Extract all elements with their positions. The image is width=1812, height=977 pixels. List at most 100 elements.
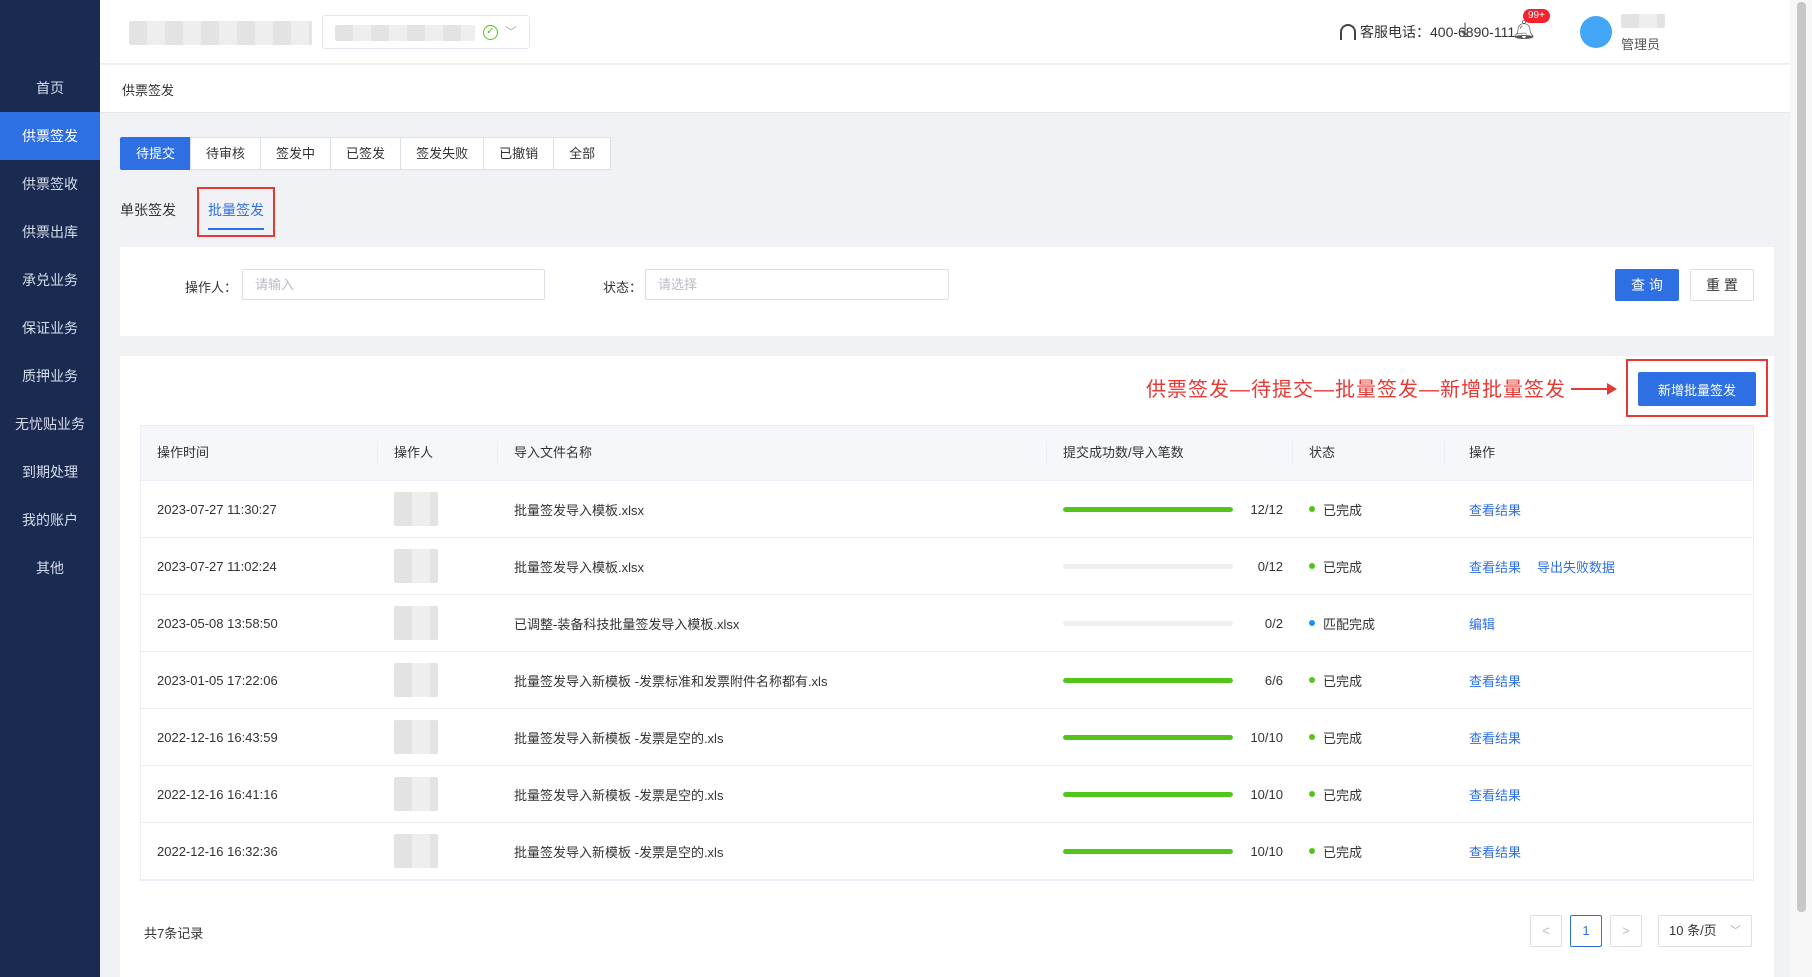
cell-file-name: 批量签发导入新模板 -发票是空的.xls bbox=[514, 730, 724, 746]
sidebar-item-ticket-receive[interactable]: 供票签收 bbox=[0, 160, 100, 208]
progress-bar: 10/10 bbox=[1063, 730, 1293, 745]
chevron-down-icon: ﹀ bbox=[1730, 925, 1741, 937]
sidebar-item-discount[interactable]: 无忧贴业务 bbox=[0, 400, 100, 448]
sidebar-item-maturity[interactable]: 到期处理 bbox=[0, 448, 100, 496]
cell-actions: 查看结果 bbox=[1445, 500, 1753, 519]
progress-bar: 10/10 bbox=[1063, 787, 1293, 802]
status-dot-icon bbox=[1309, 506, 1315, 512]
org-name-redacted bbox=[335, 25, 475, 41]
sidebar-item-my-account[interactable]: 我的账户 bbox=[0, 496, 100, 544]
status-badge: 已完成 bbox=[1309, 500, 1445, 519]
avatar[interactable] bbox=[1580, 16, 1612, 48]
org-selector[interactable]: ✓ ﹀ bbox=[322, 15, 530, 49]
status-dot-icon bbox=[1309, 620, 1315, 626]
add-batch-issue-button[interactable]: 新增批量签发 bbox=[1638, 372, 1756, 406]
operator-redacted bbox=[394, 492, 438, 526]
query-button[interactable]: 查 询 bbox=[1615, 269, 1679, 301]
table-body: 2023-07-27 11:30:27 批量签发导入模板.xlsx 12/12 … bbox=[141, 481, 1753, 880]
cell-actions: 查看结果 导出失败数据 bbox=[1445, 557, 1753, 576]
cell-status: 已完成 bbox=[1293, 842, 1445, 861]
operator-redacted bbox=[394, 663, 438, 697]
col-operation-time: 操作时间 bbox=[141, 441, 378, 465]
action-link[interactable]: 编辑 bbox=[1469, 617, 1495, 632]
status-text: 已完成 bbox=[1323, 844, 1363, 860]
next-page-button[interactable]: > bbox=[1610, 915, 1642, 947]
company-name-redacted bbox=[129, 21, 312, 45]
table-row: 2023-07-27 11:30:27 批量签发导入模板.xlsx 12/12 … bbox=[141, 481, 1753, 538]
tab-issuing[interactable]: 签发中 bbox=[260, 137, 332, 170]
cell-operator bbox=[378, 606, 498, 640]
tab-revoked[interactable]: 已撤销 bbox=[483, 137, 555, 170]
cell-actions: 查看结果 bbox=[1445, 671, 1753, 690]
page-number-1[interactable]: 1 bbox=[1570, 915, 1602, 947]
progress-bar: 10/10 bbox=[1063, 844, 1293, 859]
status-text: 已完成 bbox=[1323, 502, 1363, 518]
check-circle-icon: ✓ bbox=[483, 25, 498, 40]
filter-panel: 操作人： 状态： 查 询 重 置 bbox=[120, 247, 1774, 336]
scrollbar-thumb[interactable] bbox=[1797, 2, 1806, 912]
page-size-select[interactable]: 10 条/页 ﹀ bbox=[1658, 915, 1752, 947]
cell-time: 2023-01-05 17:22:06 bbox=[157, 672, 278, 688]
status-select[interactable] bbox=[645, 269, 949, 300]
sidebar-item-ticket-issue[interactable]: 供票签发 bbox=[0, 112, 100, 160]
action-link[interactable]: 查看结果 bbox=[1469, 503, 1521, 518]
tab-pending-review[interactable]: 待审核 bbox=[190, 137, 262, 170]
cell-time: 2023-07-27 11:02:24 bbox=[157, 558, 277, 574]
status-dot-icon bbox=[1309, 563, 1315, 569]
action-link[interactable]: 查看结果 bbox=[1469, 845, 1521, 860]
action-link[interactable]: 查看结果 bbox=[1469, 674, 1521, 689]
progress-count: 6/6 bbox=[1264, 672, 1283, 688]
status-text: 已完成 bbox=[1323, 673, 1363, 689]
sidebar-item-acceptance[interactable]: 承兑业务 bbox=[0, 256, 100, 304]
tab-issued[interactable]: 已签发 bbox=[330, 137, 402, 170]
cell-time: 2023-07-27 11:30:27 bbox=[157, 501, 277, 517]
tab-all[interactable]: 全部 bbox=[553, 137, 612, 170]
sidebar-item-guarantee[interactable]: 保证业务 bbox=[0, 304, 100, 352]
cell-progress: 6/6 bbox=[1047, 673, 1293, 688]
action-link[interactable]: 查看结果 bbox=[1469, 560, 1521, 575]
cell-status: 已完成 bbox=[1293, 728, 1445, 747]
download-icon[interactable]: ⤓ bbox=[1453, 18, 1477, 42]
cell-progress: 10/10 bbox=[1047, 730, 1293, 745]
cell-progress: 12/12 bbox=[1047, 502, 1293, 517]
sidebar-item-pledge[interactable]: 质押业务 bbox=[0, 352, 100, 400]
cell-actions: 查看结果 bbox=[1445, 728, 1753, 747]
tab-pending-submit[interactable]: 待提交 bbox=[120, 137, 192, 170]
operator-redacted bbox=[394, 720, 438, 754]
cell-file-name: 批量签发导入新模板 -发票标准和发票附件名称都有.xls bbox=[514, 673, 828, 689]
tab-issue-failed[interactable]: 签发失败 bbox=[400, 137, 485, 170]
breadcrumb-current: 供票签发 bbox=[122, 83, 175, 98]
breadcrumb: 供票签发 bbox=[100, 65, 1790, 113]
operator-redacted bbox=[394, 549, 438, 583]
arrow-right-icon bbox=[1571, 383, 1617, 395]
progress-fill bbox=[1063, 677, 1233, 683]
progress-count: 12/12 bbox=[1250, 501, 1283, 517]
col-success-count: 提交成功数/导入笔数 bbox=[1047, 441, 1293, 465]
headset-icon bbox=[1340, 24, 1356, 40]
progress-bar: 12/12 bbox=[1063, 502, 1293, 517]
progress-fill bbox=[1063, 506, 1233, 512]
cell-time: 2022-12-16 16:32:36 bbox=[157, 843, 278, 859]
prev-page-button[interactable]: < bbox=[1530, 915, 1562, 947]
sidebar-item-ticket-outbound[interactable]: 供票出库 bbox=[0, 208, 100, 256]
cell-time: 2023-05-08 13:58:50 bbox=[157, 615, 278, 631]
sidebar-item-other[interactable]: 其他 bbox=[0, 544, 100, 592]
action-link[interactable]: 导出失败数据 bbox=[1537, 560, 1615, 575]
tab-single-issue[interactable]: 单张签发 bbox=[120, 200, 176, 220]
operator-input[interactable] bbox=[242, 269, 545, 300]
status-dot-icon bbox=[1309, 734, 1315, 740]
cell-operator bbox=[378, 720, 498, 754]
status-text: 匹配完成 bbox=[1323, 616, 1376, 632]
action-link[interactable]: 查看结果 bbox=[1469, 731, 1521, 746]
operator-redacted bbox=[394, 777, 438, 811]
action-link[interactable]: 查看结果 bbox=[1469, 788, 1521, 803]
cell-operator bbox=[378, 663, 498, 697]
chevron-down-icon: ﹀ bbox=[505, 25, 518, 39]
table-row: 2023-01-05 17:22:06 批量签发导入新模板 -发票标准和发票附件… bbox=[141, 652, 1753, 709]
status-dot-icon bbox=[1309, 848, 1315, 854]
cell-file-name: 批量签发导入模板.xlsx bbox=[514, 559, 645, 575]
progress-track bbox=[1063, 677, 1233, 683]
reset-button[interactable]: 重 置 bbox=[1690, 269, 1754, 301]
sidebar-item-home[interactable]: 首页 bbox=[0, 64, 100, 112]
progress-track bbox=[1063, 848, 1233, 854]
